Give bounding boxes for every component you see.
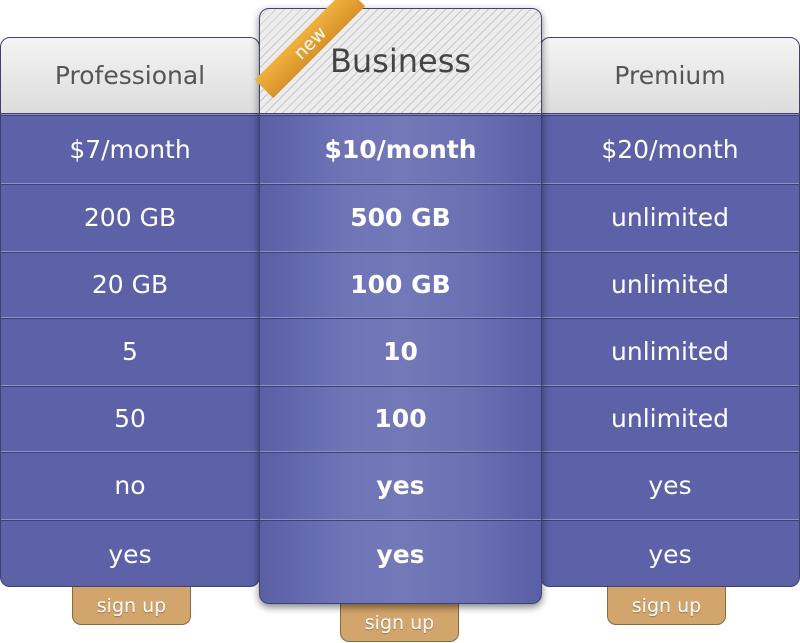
feature-cell: 100 GB — [260, 251, 541, 317]
feature-cell: 50 — [1, 385, 259, 451]
feature-cell: yes — [260, 451, 541, 519]
plan-title: Premium — [541, 38, 799, 114]
plan-business: Business $10/month 500 GB 100 GB 10 100 yes yes — [259, 8, 542, 604]
signup-button-professional[interactable]: sign up — [72, 587, 191, 625]
feature-cell: unlimited — [541, 385, 799, 451]
signup-button-premium[interactable]: sign up — [607, 587, 726, 625]
signup-button-business[interactable]: sign up — [340, 604, 459, 642]
feature-cell: 10 — [260, 317, 541, 385]
feature-cell: 100 — [260, 385, 541, 451]
feature-cell: no — [1, 451, 259, 519]
feature-cell: unlimited — [541, 183, 799, 251]
feature-cell: 20 GB — [1, 251, 259, 317]
feature-cell: 500 GB — [260, 183, 541, 251]
feature-cell: $10/month — [260, 114, 541, 183]
feature-cell: unlimited — [541, 251, 799, 317]
feature-cell: $20/month — [541, 114, 799, 183]
feature-cell: $7/month — [1, 114, 259, 183]
feature-cell: 5 — [1, 317, 259, 385]
feature-cell: yes — [1, 519, 259, 586]
plan-premium: Premium $20/month unlimited unlimited unlimi… — [540, 37, 800, 587]
feature-cell: yes — [541, 519, 799, 586]
feature-cell: yes — [260, 519, 541, 588]
feature-cell: 200 GB — [1, 183, 259, 251]
feature-cell: yes — [541, 451, 799, 519]
plan-title: Professional — [1, 38, 259, 114]
plan-professional: Professional $7/month 200 GB 20 GB 5 50 no yes — [0, 37, 260, 587]
feature-cell: unlimited — [541, 317, 799, 385]
